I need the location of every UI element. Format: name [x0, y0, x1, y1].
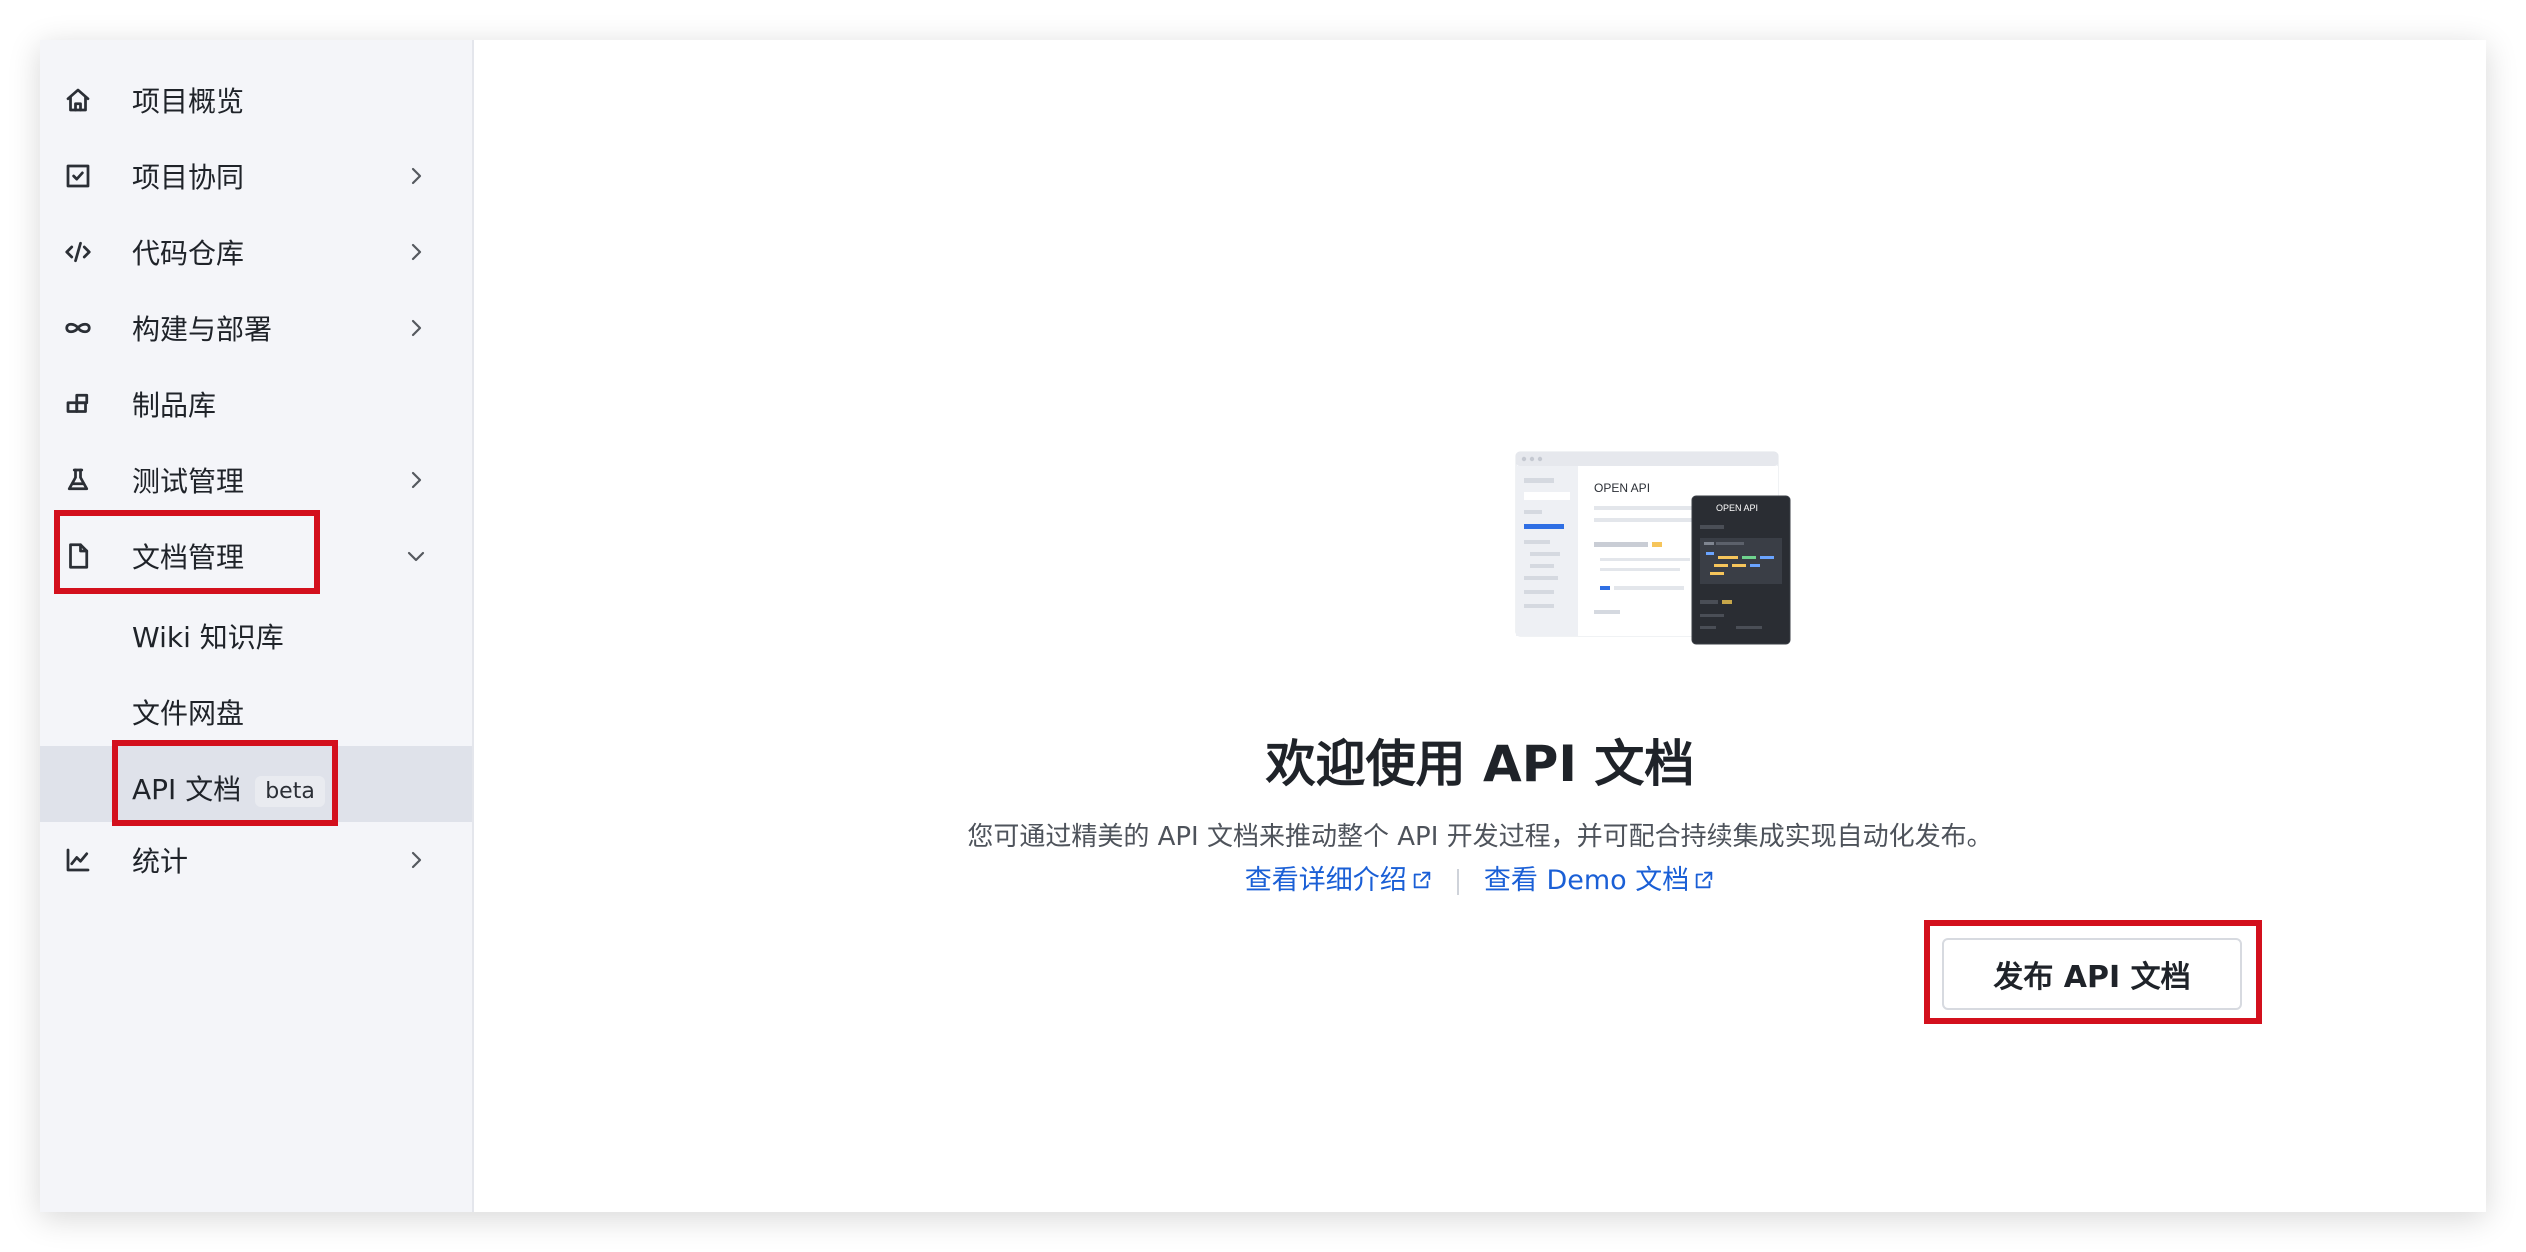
sidebar-subitem-label: API 文档 beta [132, 768, 325, 808]
checkbox-icon [62, 160, 94, 192]
artifact-icon [62, 388, 94, 420]
chevron-right-icon [404, 164, 428, 188]
sidebar-item-statistics[interactable]: 统计 [40, 822, 472, 898]
sidebar-item-label: 项目概览 [132, 85, 245, 118]
view-intro-link-text: 查看详细介绍 [1244, 865, 1407, 896]
external-link-icon [1693, 867, 1715, 889]
code-icon [62, 236, 94, 268]
sidebar: 项目概览 项目协同 代码仓库 构建与部署 制品库 测试管理 文档管理 Wiki … [40, 40, 474, 1212]
sidebar-item-label: 测试管理 [132, 465, 245, 498]
sidebar-item-docs[interactable]: 文档管理 [40, 518, 472, 594]
api-docs-label-text: API 文档 [132, 773, 242, 806]
sidebar-item-label: 制品库 [132, 389, 217, 422]
flask-icon [62, 464, 94, 496]
view-demo-link-text: 查看 Demo 文档 [1483, 865, 1690, 896]
help-links: 查看详细介绍 查看 Demo 文档 [474, 858, 2486, 897]
link-separator [1457, 868, 1460, 895]
chevron-right-icon [404, 316, 428, 340]
external-link-icon [1411, 867, 1433, 889]
sidebar-item-collaboration[interactable]: 项目协同 [40, 138, 472, 214]
sidebar-item-label: 代码仓库 [132, 237, 245, 270]
sidebar-subitem-label: 文件网盘 [132, 697, 245, 730]
sidebar-item-label: 构建与部署 [132, 313, 273, 346]
sidebar-item-artifacts[interactable]: 制品库 [40, 366, 472, 442]
sidebar-item-label: 文档管理 [132, 541, 245, 574]
sidebar-item-build-deploy[interactable]: 构建与部署 [40, 290, 472, 366]
sidebar-item-overview[interactable]: 项目概览 [40, 62, 472, 138]
sidebar-subitem-api-docs[interactable]: API 文档 beta [40, 746, 472, 822]
home-icon [62, 84, 94, 116]
api-docs-illustration: OPEN API OPEN API [1515, 451, 1791, 645]
sidebar-item-label: 统计 [132, 845, 189, 878]
sidebar-subitem-file-drive[interactable]: 文件网盘 [40, 670, 472, 746]
sidebar-item-testing[interactable]: 测试管理 [40, 442, 472, 518]
page-title: 欢迎使用 API 文档 [1265, 735, 1695, 793]
chevron-right-icon [404, 240, 428, 264]
chevron-right-icon [404, 848, 428, 872]
chevron-down-icon [404, 544, 428, 568]
page-description: 您可通过精美的 API 文档来推动整个 API 开发过程，并可配合持续集成实现自… [967, 822, 1993, 852]
app-window: 项目概览 项目协同 代码仓库 构建与部署 制品库 测试管理 文档管理 Wiki … [40, 40, 2486, 1212]
sidebar-item-label: 项目协同 [132, 161, 245, 194]
infinity-icon [62, 312, 94, 344]
view-intro-link[interactable]: 查看详细介绍 [1245, 865, 1433, 896]
sidebar-item-code-repo[interactable]: 代码仓库 [40, 214, 472, 290]
illustration-card-title: OPEN API [1594, 481, 1650, 495]
sidebar-subitem-label: Wiki 知识库 [132, 621, 284, 654]
main-content: OPEN API OPEN API 欢迎使用 API 文档 您可通过精美的 AP… [474, 40, 2486, 1212]
illustration-dark-card-title: OPEN API [1716, 503, 1758, 513]
view-demo-docs-link[interactable]: 查看 Demo 文档 [1484, 865, 1715, 896]
publish-api-docs-button[interactable]: 发布 API 文档 [1942, 938, 2242, 1010]
chart-icon [62, 844, 94, 876]
document-icon [62, 540, 94, 572]
sidebar-subitem-wiki[interactable]: Wiki 知识库 [40, 594, 472, 670]
chevron-right-icon [404, 468, 428, 492]
beta-badge: beta [255, 775, 325, 807]
